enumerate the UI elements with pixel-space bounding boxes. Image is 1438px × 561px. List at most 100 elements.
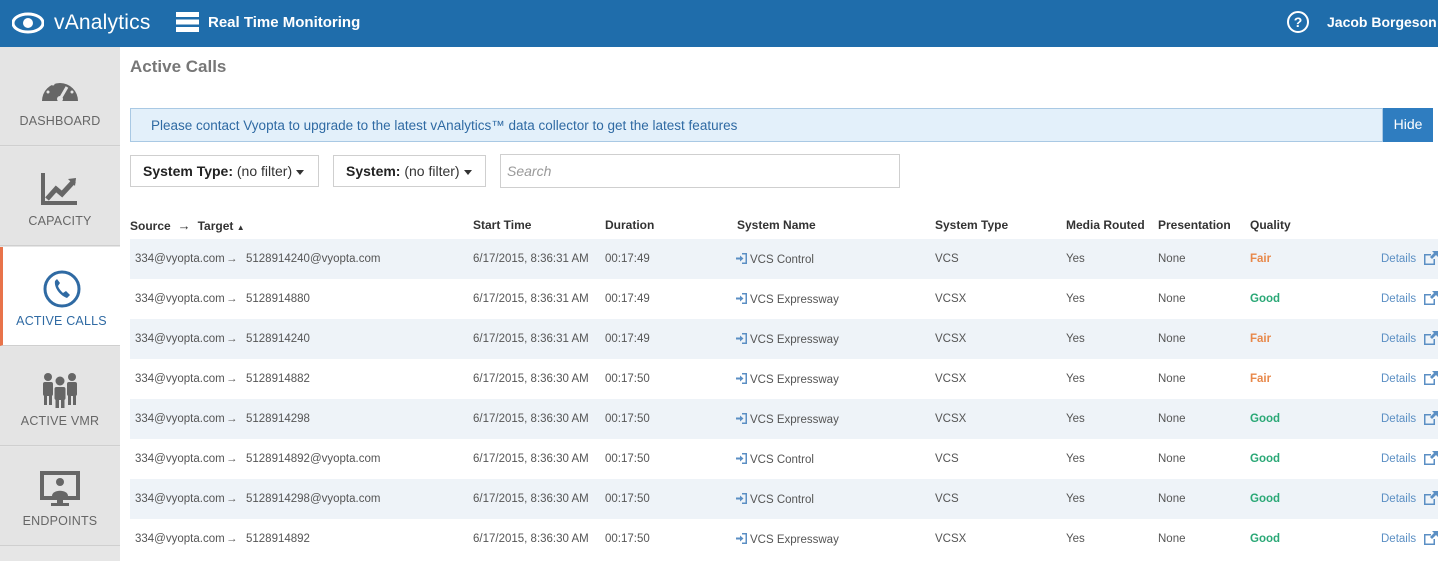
- search-input[interactable]: [500, 154, 900, 188]
- external-link-icon[interactable]: [1423, 450, 1438, 466]
- server-icon: [176, 12, 199, 32]
- details-link[interactable]: Details: [1381, 333, 1416, 345]
- sign-in-icon: [736, 293, 747, 304]
- details-link[interactable]: Details: [1381, 453, 1416, 465]
- target-cell: 5128914882: [246, 373, 310, 385]
- system-name-label: VCS Expressway: [750, 374, 839, 386]
- module-title: Real Time Monitoring: [208, 13, 361, 31]
- external-link-icon[interactable]: [1423, 250, 1438, 266]
- brand-name: vAnalytics: [54, 11, 151, 34]
- arrow-right-icon: →: [226, 453, 238, 465]
- table-row[interactable]: 334@vyopta.com → 5128914880 6/17/2015, 8…: [130, 279, 1438, 319]
- system-name-label: VCS Control: [750, 254, 814, 266]
- upgrade-banner: Please contact Vyopta to upgrade to the …: [130, 108, 1383, 142]
- system-name-cell[interactable]: VCS Expressway: [736, 533, 839, 546]
- brand[interactable]: vAnalytics: [12, 8, 151, 38]
- system-name-label: VCS Control: [750, 454, 814, 466]
- column-header-system-type[interactable]: System Type: [935, 218, 1008, 232]
- system-name-cell[interactable]: VCS Expressway: [736, 413, 839, 426]
- details-link[interactable]: Details: [1381, 413, 1416, 425]
- table-row[interactable]: 334@vyopta.com → 5128914298 6/17/2015, 8…: [130, 399, 1438, 439]
- details-link[interactable]: Details: [1381, 253, 1416, 265]
- table-row[interactable]: 334@vyopta.com → 5128914882 6/17/2015, 8…: [130, 359, 1438, 399]
- system-name-label: VCS Expressway: [750, 414, 839, 426]
- quality-cell: Good: [1250, 293, 1281, 305]
- sidebar-item-active-vmr[interactable]: ACTIVE VMR: [0, 347, 120, 446]
- system-type-cell: VCSX: [935, 333, 967, 345]
- table-row[interactable]: 334@vyopta.com → 5128914892 6/17/2015, 8…: [130, 519, 1438, 559]
- presentation-cell: None: [1158, 373, 1186, 385]
- arrow-right-icon: →: [226, 333, 238, 345]
- table-row[interactable]: 334@vyopta.com → 5128914240 6/17/2015, 8…: [130, 319, 1438, 359]
- trend-chart-icon: [41, 173, 77, 205]
- table-row[interactable]: 334@vyopta.com → 5128914892@vyopta.com 6…: [130, 439, 1438, 479]
- caret-down-icon: [463, 169, 472, 175]
- column-header-source-target[interactable]: Source → Target ▲: [130, 218, 245, 233]
- sidebar-item-endpoints[interactable]: ENDPOINTS: [0, 447, 120, 546]
- duration-cell: 00:17:50: [605, 533, 650, 545]
- module-selector[interactable]: Real Time Monitoring: [176, 12, 360, 32]
- external-link-icon[interactable]: [1423, 290, 1438, 306]
- system-name-label: VCS Expressway: [750, 294, 839, 306]
- sidebar-item-dashboard[interactable]: DASHBOARD: [0, 47, 120, 146]
- header-target: Target: [197, 219, 234, 233]
- system-name-cell[interactable]: VCS Control: [736, 453, 814, 466]
- details-link[interactable]: Details: [1381, 533, 1416, 545]
- source-cell: 334@vyopta.com: [135, 333, 225, 345]
- system-name-cell[interactable]: VCS Expressway: [736, 293, 839, 306]
- filter-label: System Type:: [143, 163, 233, 179]
- external-link-icon[interactable]: [1423, 370, 1438, 386]
- duration-cell: 00:17:49: [605, 333, 650, 345]
- arrow-right-icon: →: [226, 253, 238, 265]
- page-title: Active Calls: [130, 57, 227, 76]
- sign-in-icon: [736, 333, 747, 344]
- system-type-filter[interactable]: System Type: (no filter): [130, 155, 319, 187]
- start-time-cell: 6/17/2015, 8:36:30 AM: [473, 493, 589, 505]
- column-header-media-routed[interactable]: Media Routed: [1066, 218, 1145, 232]
- sidebar-item-active-calls[interactable]: ACTIVE CALLS: [0, 247, 120, 346]
- system-type-cell: VCS: [935, 253, 959, 265]
- presentation-cell: None: [1158, 333, 1186, 345]
- system-name-cell[interactable]: VCS Expressway: [736, 333, 839, 346]
- sidebar-item-capacity[interactable]: CAPACITY: [0, 147, 120, 246]
- system-name-cell[interactable]: VCS Control: [736, 253, 814, 266]
- external-link-icon[interactable]: [1423, 410, 1438, 426]
- details-link[interactable]: Details: [1381, 293, 1416, 305]
- column-header-quality[interactable]: Quality: [1250, 218, 1291, 232]
- media-routed-cell: Yes: [1066, 373, 1085, 385]
- column-header-duration[interactable]: Duration: [605, 218, 654, 232]
- sign-in-icon: [736, 253, 747, 264]
- table-row[interactable]: 334@vyopta.com → 5128914240@vyopta.com 6…: [130, 239, 1438, 279]
- column-header-start-time[interactable]: Start Time: [473, 218, 531, 232]
- external-link-icon[interactable]: [1423, 490, 1438, 506]
- media-routed-cell: Yes: [1066, 253, 1085, 265]
- presentation-cell: None: [1158, 413, 1186, 425]
- sidebar-item-label: DASHBOARD: [19, 114, 101, 128]
- system-name-cell[interactable]: VCS Expressway: [736, 373, 839, 386]
- top-bar: vAnalytics Real Time Monitoring ? Jacob …: [0, 0, 1438, 47]
- start-time-cell: 6/17/2015, 8:36:31 AM: [473, 293, 589, 305]
- details-link[interactable]: Details: [1381, 373, 1416, 385]
- phone-icon: [43, 270, 80, 308]
- column-header-presentation[interactable]: Presentation: [1158, 218, 1231, 232]
- target-cell: 5128914298@vyopta.com: [246, 493, 381, 505]
- help-icon[interactable]: ?: [1287, 11, 1309, 33]
- filter-value: (no filter): [404, 163, 460, 179]
- external-link-icon[interactable]: [1423, 330, 1438, 346]
- target-cell: 5128914892: [246, 533, 310, 545]
- presentation-cell: None: [1158, 453, 1186, 465]
- hide-banner-button[interactable]: Hide: [1383, 108, 1433, 142]
- media-routed-cell: Yes: [1066, 453, 1085, 465]
- column-header-system-name[interactable]: System Name: [737, 218, 816, 232]
- table-row[interactable]: 334@vyopta.com → 5128914298@vyopta.com 6…: [130, 479, 1438, 519]
- system-name-cell[interactable]: VCS Control: [736, 493, 814, 506]
- duration-cell: 00:17:50: [605, 493, 650, 505]
- external-link-icon[interactable]: [1423, 530, 1438, 546]
- duration-cell: 00:17:49: [605, 253, 650, 265]
- user-menu[interactable]: Jacob Borgeson: [1327, 14, 1437, 30]
- details-link[interactable]: Details: [1381, 493, 1416, 505]
- filter-value: (no filter): [236, 163, 293, 179]
- arrow-right-icon: →: [226, 493, 238, 505]
- system-filter[interactable]: System: (no filter): [333, 155, 486, 187]
- system-name-label: VCS Control: [750, 494, 814, 506]
